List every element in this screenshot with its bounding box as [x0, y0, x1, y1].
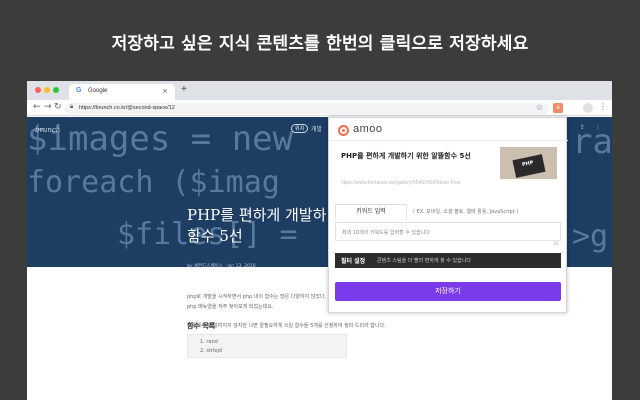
- maximize-window-button[interactable]: [53, 87, 59, 93]
- code-background-line: foreach ($imag: [27, 165, 280, 200]
- bookmark-star-icon[interactable]: ☆: [536, 103, 543, 112]
- toc-item[interactable]: 1. rand: [200, 339, 218, 345]
- article-meta: by 세컨드스페이스 · Jan 13. 2018: [187, 264, 256, 269]
- nav-link[interactable]: 개발: [311, 124, 322, 133]
- code-background-line: >g: [572, 219, 609, 254]
- amoo-logo-icon: [338, 125, 349, 136]
- article-title: PHP를 편하게 개발하 함수 5선: [187, 205, 326, 247]
- toc-box: 1. rand 2. strlejd: [187, 334, 347, 358]
- article-title-line: 함수 5선: [187, 227, 243, 245]
- article-paragraph: php 매뉴얼을 자주 찾아보게 되었는데요.: [187, 304, 274, 310]
- browser-toolbar: ← → ↻ 🔒︎ https://brunch.co.kr/@second-sp…: [27, 100, 612, 116]
- keyword-count: 10: [553, 241, 559, 246]
- address-bar[interactable]: 🔒︎ https://brunch.co.kr/@second-space/12…: [65, 103, 549, 114]
- tab-bar: G Google × +: [27, 81, 612, 100]
- save-button[interactable]: 저장하기: [335, 282, 561, 301]
- divider: [329, 140, 568, 141]
- browser-menu-icon[interactable]: ⋮: [599, 102, 607, 111]
- keyword-tab[interactable]: 키워드 입력: [335, 204, 407, 219]
- url-text: https://brunch.co.kr/@second-space/12: [79, 105, 175, 111]
- keyword-hint: ( EX. 모바일, 소셜 팔로, 웹에 활용, JavaScript ): [413, 209, 519, 215]
- more-icon[interactable]: ⋮: [595, 124, 601, 131]
- headline: 저장하고 싶은 지식 콘텐츠를 한번의 클릭으로 저장하세요: [111, 34, 529, 54]
- filter-label: 필터 설정: [341, 258, 366, 265]
- forward-button[interactable]: →: [44, 102, 52, 112]
- filter-settings-bar[interactable]: 필터 설정 콘텐츠 스팀을 더 빨리 편하게 찾 수 있습니다: [335, 253, 561, 268]
- content-url: https://www.behance.net/gallery/55462490…: [341, 180, 461, 186]
- reload-button[interactable]: ↻: [54, 102, 62, 112]
- amoo-extension-icon[interactable]: a: [553, 103, 563, 113]
- toc-heading: 함수 목록: [187, 322, 216, 330]
- content-title: PHP를 편하게 개발하기 위한 알뜰함수 5선: [341, 152, 471, 160]
- keyword-input[interactable]: 최대 10개의 키워드를 입력할 수 있습니다: [335, 222, 561, 241]
- close-tab-icon[interactable]: ×: [162, 87, 168, 95]
- code-background-line: $images = new: [27, 119, 294, 159]
- filter-description: 콘텐츠 스팀을 더 빨리 편하게 찾 수 있습니다: [377, 258, 471, 264]
- share-icon[interactable]: ⇪: [580, 124, 585, 131]
- category-badge[interactable]: 위치: [291, 124, 309, 133]
- profile-avatar[interactable]: [583, 103, 593, 113]
- google-icon: G: [76, 87, 82, 94]
- toc-item[interactable]: 2. strlejd: [200, 348, 222, 354]
- article-title-line: PHP를 편하게 개발하: [187, 206, 327, 224]
- content-thumbnail: PHP: [500, 147, 557, 179]
- tab-title: Google: [88, 88, 108, 94]
- minimize-window-button[interactable]: [44, 87, 50, 93]
- close-window-button[interactable]: [35, 87, 41, 93]
- new-tab-button[interactable]: +: [181, 84, 187, 95]
- amoo-popup: amoo PHP를 편하게 개발하기 위한 알뜰함수 5선 PHP https:…: [328, 117, 568, 313]
- browser-tab[interactable]: G Google ×: [69, 84, 175, 100]
- code-background-line: ra: [572, 122, 612, 162]
- article-paragraph: 그중에서 잘 알려지지 않지만 나면 알필요하게 쓰일 함수들 5개를 선정하여…: [187, 323, 386, 329]
- lock-icon: 🔒︎: [70, 104, 74, 110]
- back-button[interactable]: ←: [33, 102, 41, 112]
- brunch-logo[interactable]: brunch: [35, 126, 60, 134]
- amoo-logo-text: amoo: [353, 123, 383, 135]
